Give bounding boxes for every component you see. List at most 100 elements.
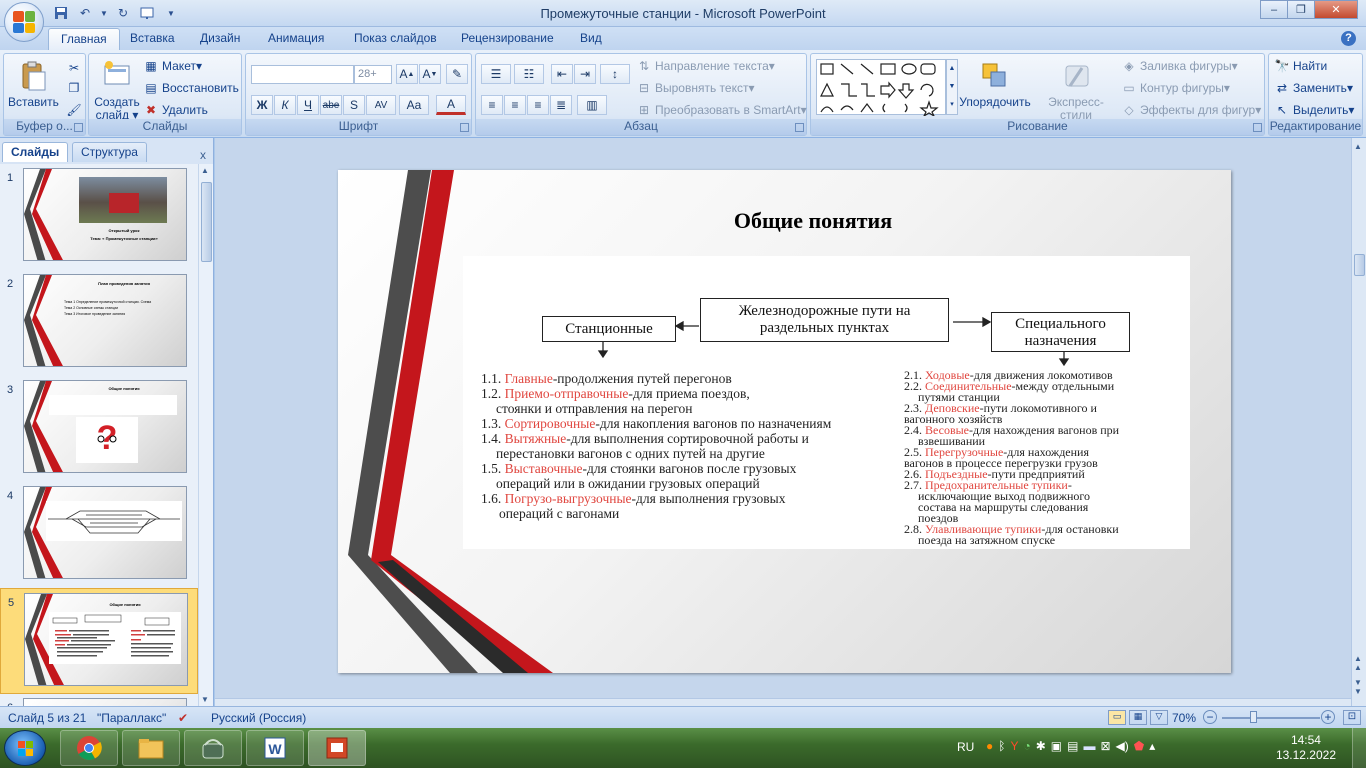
chrome-taskbar-button[interactable]	[60, 730, 118, 766]
shape-outline-button[interactable]: ▭ Контур фигуры ▾	[1121, 80, 1230, 96]
tab-view[interactable]: Вид	[580, 31, 602, 45]
notification-icon[interactable]: ▴	[1149, 739, 1155, 753]
clock[interactable]: 14:54 13.12.2022	[1276, 733, 1336, 763]
font-color-button[interactable]: A	[436, 95, 466, 115]
numbering-icon[interactable]: ☷	[514, 64, 544, 84]
editor-scrollbar[interactable]: ▲ ▲ ▲ ▼ ▼	[1351, 138, 1366, 706]
notes-pane-edge[interactable]	[215, 698, 1351, 706]
change-case-button[interactable]: Aa	[399, 95, 429, 115]
keyboard-layout-icon[interactable]: ▬	[1083, 739, 1095, 753]
slide-thumbnail-4[interactable]: 4	[0, 482, 198, 588]
input-language[interactable]: RU	[957, 740, 974, 754]
tab-design[interactable]: Дизайн	[200, 31, 240, 45]
shapes-gallery[interactable]	[816, 59, 946, 118]
word-taskbar-button[interactable]: W	[246, 730, 304, 766]
clear-format-icon[interactable]: ✎	[446, 64, 468, 84]
thumbnails-scrollbar[interactable]: ▲ ▼	[198, 164, 213, 706]
yandex-icon[interactable]: Y	[1010, 739, 1018, 753]
tab-outline[interactable]: Структура	[72, 142, 147, 162]
start-button[interactable]	[4, 730, 46, 766]
office-button[interactable]	[4, 2, 44, 42]
shadow-button[interactable]: S	[343, 95, 365, 115]
current-slide[interactable]: Общие понятия Железнодорожные пути на ра…	[338, 170, 1231, 673]
normal-view-icon[interactable]: ▭	[1108, 710, 1126, 725]
character-spacing-button[interactable]: AV	[366, 95, 396, 115]
fit-slide-icon[interactable]: ⊡	[1343, 710, 1361, 725]
align-right-icon[interactable]: ≡	[527, 95, 549, 115]
zoom-slider-handle[interactable]	[1250, 711, 1257, 723]
tab-slideshow[interactable]: Показ слайдов	[354, 31, 437, 45]
format-painter-icon[interactable]: 🖌	[66, 102, 85, 118]
drive-icon[interactable]: ▣	[1051, 739, 1062, 753]
shape-fill-button[interactable]: ◈ Заливка фигуры ▾	[1121, 58, 1237, 74]
prev-slide-icon[interactable]: ▲ ▲	[1354, 654, 1362, 672]
align-center-icon[interactable]: ≡	[504, 95, 526, 115]
shrink-font-icon[interactable]: A ▼	[419, 64, 441, 84]
slide-thumbnail-5[interactable]: 5 Общие понятия	[0, 588, 198, 694]
show-desktop-button[interactable]	[1352, 728, 1366, 768]
powerpoint-taskbar-button[interactable]	[308, 730, 366, 766]
explorer-taskbar-button[interactable]	[122, 730, 180, 766]
italic-button[interactable]: К	[274, 95, 296, 115]
slide-thumbnail-3[interactable]: 3 Общие понятия ?	[0, 376, 198, 482]
align-text-button[interactable]: ⊟ Выровнять текст ▾	[636, 80, 755, 96]
zoom-in-icon[interactable]: +	[1321, 710, 1335, 724]
zoom-slider[interactable]	[1222, 717, 1320, 719]
slide-thumbnail-2[interactable]: 2 План проведения занятия Тема 1 Определ…	[0, 270, 198, 376]
strikethrough-button[interactable]: abe	[320, 95, 342, 115]
flag-icon[interactable]: ▤	[1067, 739, 1078, 753]
font-dialog-launcher[interactable]	[460, 123, 469, 132]
shape-effects-button[interactable]: ◇ Эффекты для фигур ▾	[1121, 102, 1261, 118]
font-size-input[interactable]: 28+	[354, 65, 392, 84]
spellcheck-icon[interactable]: ✔	[178, 711, 188, 725]
zoom-level[interactable]: 70%	[1172, 711, 1196, 725]
reset-button[interactable]: ▤ Восстановить	[143, 80, 239, 96]
bluetooth-icon[interactable]: ᛒ	[998, 739, 1005, 753]
line-spacing-icon[interactable]: ↕	[600, 64, 630, 84]
align-left-icon[interactable]: ≡	[481, 95, 503, 115]
help-icon[interactable]: ?	[1341, 31, 1356, 46]
new-slide-button[interactable]: Создать слайд ▾	[93, 60, 141, 122]
underline-button[interactable]: Ч	[297, 95, 319, 115]
scrollbar-thumb[interactable]	[201, 182, 212, 262]
tab-insert[interactable]: Вставка	[130, 31, 175, 45]
security-icon[interactable]: ⬟	[1134, 739, 1144, 753]
clipboard-dialog-launcher[interactable]	[74, 123, 83, 132]
layout-button[interactable]: ▦ Макет ▾	[143, 58, 202, 74]
paragraph-dialog-launcher[interactable]	[795, 123, 804, 132]
slideshow-view-icon[interactable]: ▽	[1150, 710, 1168, 725]
justify-icon[interactable]: ≣	[550, 95, 572, 115]
paste-button[interactable]: Вставить	[8, 60, 59, 109]
grow-font-icon[interactable]: A ▲	[396, 64, 418, 84]
slide-thumbnail-6[interactable]: 6	[0, 694, 198, 706]
slide-content-image[interactable]: Железнодорожные пути на раздельных пункт…	[463, 256, 1190, 549]
slide-title[interactable]: Общие понятия	[588, 208, 1038, 234]
network-icon[interactable]: ⊠	[1100, 739, 1110, 753]
columns-icon[interactable]: ▥	[577, 95, 607, 115]
increase-indent-icon[interactable]: ⇥	[574, 64, 596, 84]
convert-smartart-button[interactable]: ⊞ Преобразовать в SmartArt ▾	[636, 102, 807, 118]
copy-icon[interactable]: ❐	[66, 80, 85, 96]
settings-icon[interactable]: ✱	[1036, 739, 1046, 753]
close-button[interactable]: ✕	[1314, 0, 1358, 19]
volume-icon[interactable]: ◀)	[1116, 739, 1129, 753]
next-slide-icon[interactable]: ▼ ▼	[1354, 678, 1362, 696]
pane-close-icon[interactable]: x	[200, 148, 206, 162]
delete-slide-button[interactable]: ✖ Удалить	[143, 102, 208, 118]
phone-taskbar-button[interactable]	[184, 730, 242, 766]
quick-styles-button[interactable]: Экспресс-стили	[1033, 60, 1119, 122]
select-button[interactable]: ↖ Выделить ▾	[1274, 102, 1354, 118]
arrange-button[interactable]: Упорядочить	[957, 60, 1033, 109]
drawing-dialog-launcher[interactable]	[1253, 123, 1262, 132]
tab-review[interactable]: Рецензирование	[461, 31, 554, 45]
scroll-up-icon[interactable]: ▲	[1354, 142, 1362, 151]
bullets-icon[interactable]: ☰	[481, 64, 511, 84]
minimize-button[interactable]: –	[1260, 0, 1288, 19]
decrease-indent-icon[interactable]: ⇤	[551, 64, 573, 84]
find-button[interactable]: 🔭 Найти	[1274, 58, 1328, 74]
whatsapp-icon[interactable]: ◔	[1023, 739, 1030, 753]
slide-sorter-icon[interactable]: ▦	[1129, 710, 1147, 725]
text-direction-button[interactable]: ⇅ Направление текста ▾	[636, 58, 775, 74]
maximize-button[interactable]: ❐	[1287, 0, 1315, 19]
zoom-out-icon[interactable]: −	[1203, 710, 1217, 724]
